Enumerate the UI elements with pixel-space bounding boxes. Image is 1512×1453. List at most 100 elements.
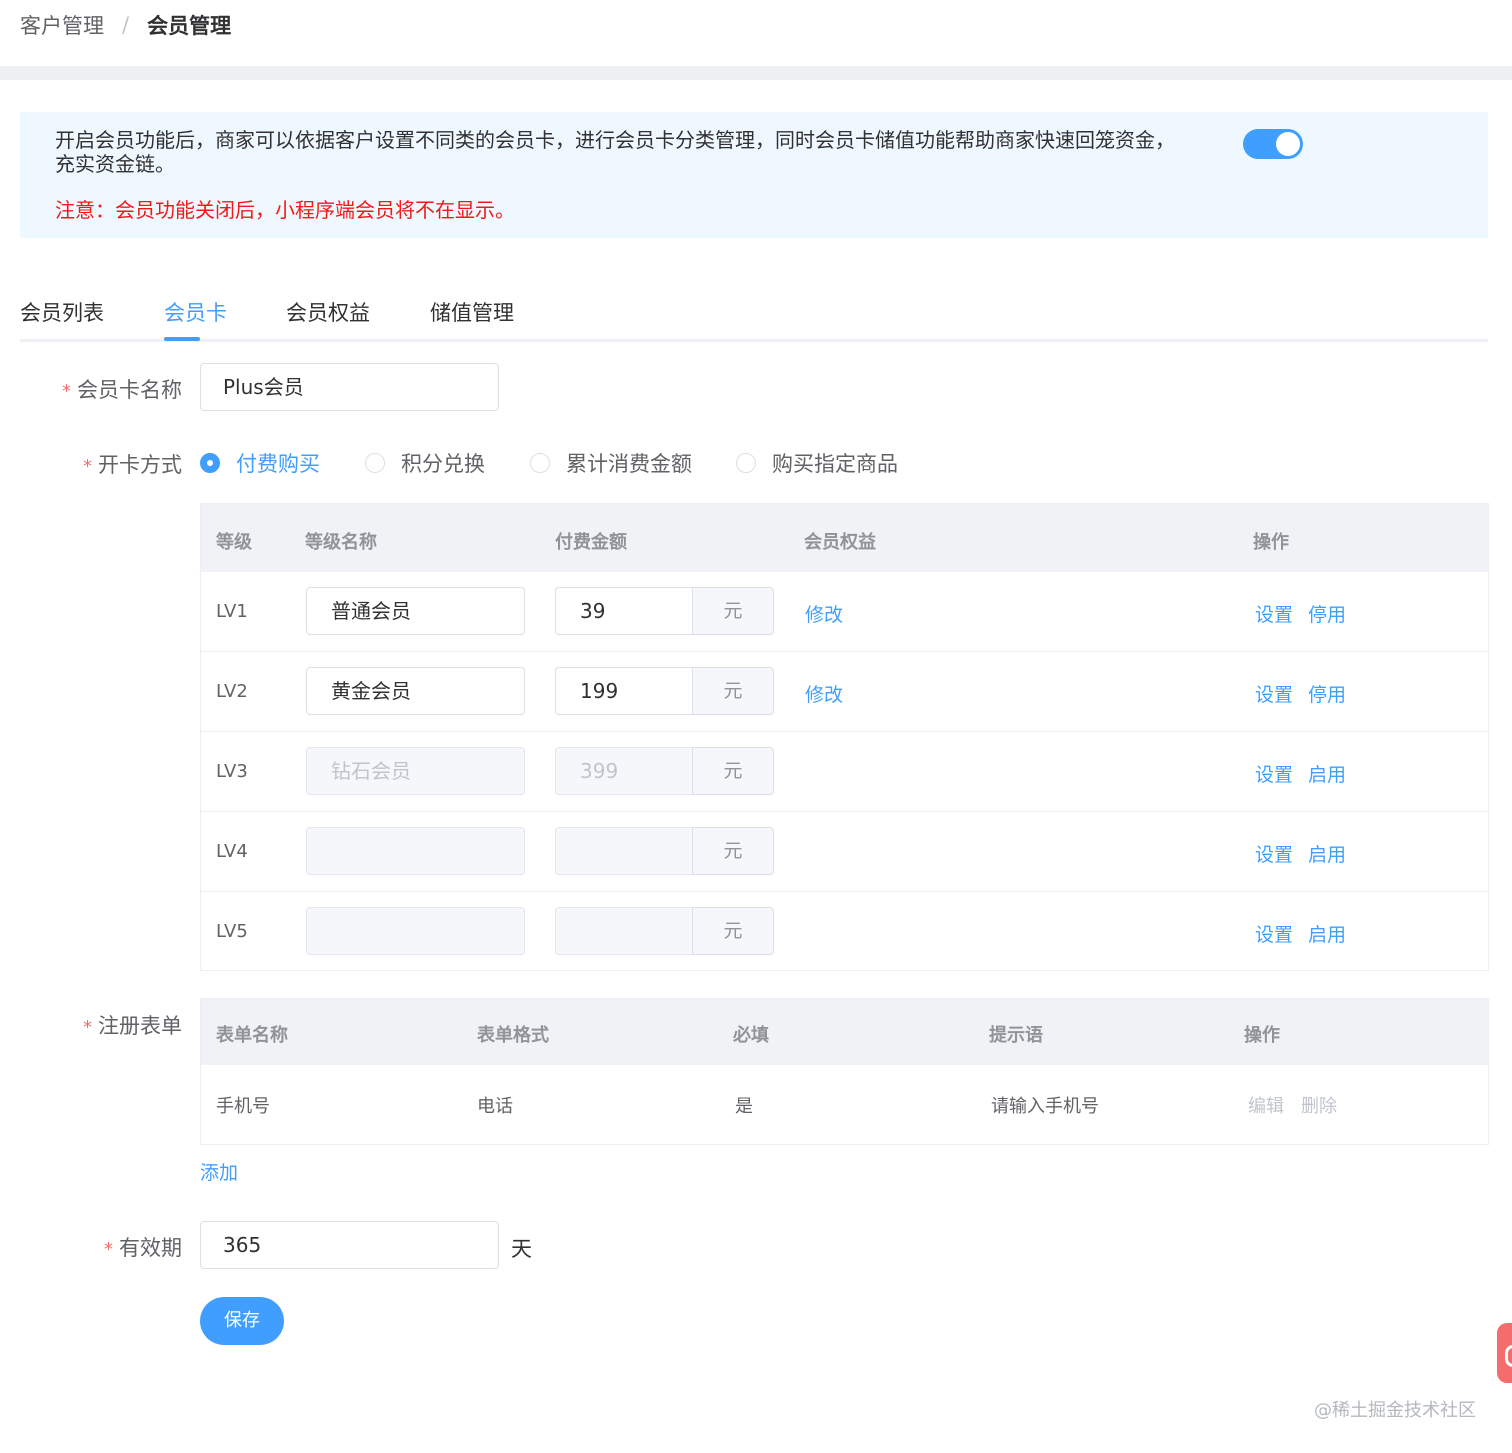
col-level-name: 等级名称	[305, 532, 377, 553]
level-name-input[interactable]: 黄金会员	[306, 667, 525, 715]
setting-link[interactable]: 设置	[1255, 920, 1293, 947]
col-hint: 提示语	[989, 1025, 1043, 1046]
notice-text: 开启会员功能后，商家可以依据客户设置不同类的会员卡，进行会员卡分类管理，同时会员…	[55, 128, 1175, 176]
level-name-input: 钻石会员	[306, 747, 525, 795]
card-name-label: * 会员卡名称	[62, 378, 182, 402]
required-cell: 是	[735, 1096, 753, 1117]
notice-warning: 注意：会员功能关闭后，小程序端会员将不在显示。	[55, 198, 515, 222]
switch-knob	[1276, 132, 1300, 156]
currency-unit: 元	[692, 667, 774, 715]
breadcrumb: 客户管理 / 会员管理	[20, 10, 231, 40]
delete-link[interactable]: 删除	[1301, 1092, 1337, 1118]
level-cell: LV5	[216, 921, 248, 942]
level-name-input	[306, 907, 525, 955]
form-format-cell: 电话	[477, 1096, 513, 1117]
edit-benefits-link[interactable]: 修改	[805, 680, 843, 707]
amount-input-group: 399 元	[555, 747, 774, 795]
toggle-status-link[interactable]: 启用	[1308, 840, 1346, 867]
amount-input-group: 39 元	[555, 587, 774, 635]
radio-dot	[365, 453, 385, 473]
toggle-status-link[interactable]: 停用	[1308, 680, 1346, 707]
add-form-field-link[interactable]: 添加	[200, 1158, 238, 1185]
col-form-name: 表单名称	[216, 1025, 288, 1046]
save-button[interactable]: 保存	[200, 1297, 284, 1345]
level-cell: LV2	[216, 681, 248, 702]
radio-paid-purchase[interactable]: 付费购买	[200, 448, 320, 478]
radio-cumulative-spend[interactable]: 累计消费金额	[530, 448, 692, 478]
level-name-input[interactable]: 普通会员	[306, 587, 525, 635]
validity-input[interactable]: 365	[200, 1221, 499, 1269]
level-cell: LV1	[216, 601, 248, 622]
table-row: LV4 元 设置 启用	[201, 812, 1488, 892]
validity-unit: 天	[511, 1237, 532, 1261]
amount-input[interactable]: 199	[555, 667, 692, 715]
setting-link[interactable]: 设置	[1255, 840, 1293, 867]
radio-buy-specified-goods[interactable]: 购买指定商品	[736, 448, 898, 478]
table-header: 表单名称 表单格式 必填 提示语 操作	[201, 999, 1488, 1065]
toggle-status-link[interactable]: 启用	[1308, 920, 1346, 947]
table-row: LV5 元 设置 启用	[201, 892, 1488, 972]
required-mark: *	[104, 1239, 113, 1260]
col-form-format: 表单格式	[477, 1025, 549, 1046]
tab-member-benefits[interactable]: 会员权益	[286, 297, 370, 327]
active-tab-indicator	[164, 337, 200, 341]
table-row: LV2 黄金会员 199 元 修改 设置 停用	[201, 652, 1488, 732]
validity-label: * 有效期	[104, 1236, 182, 1260]
breadcrumb-current: 会员管理	[147, 14, 232, 38]
required-mark: *	[83, 1017, 92, 1038]
radio-dot	[736, 453, 756, 473]
table-row: 手机号 电话 是 请输入手机号 编辑 删除	[201, 1065, 1488, 1145]
member-tabs: 会员列表 会员卡 会员权益 储值管理	[20, 285, 1488, 342]
col-actions: 操作	[1253, 532, 1289, 553]
toggle-status-link[interactable]: 启用	[1308, 760, 1346, 787]
col-benefits: 会员权益	[804, 532, 876, 553]
amount-input-group: 199 元	[555, 667, 774, 715]
edit-link[interactable]: 编辑	[1248, 1092, 1284, 1118]
radio-points-exchange[interactable]: 积分兑换	[365, 448, 485, 478]
required-mark: *	[62, 381, 71, 402]
level-cell: LV4	[216, 841, 248, 862]
tab-member-list[interactable]: 会员列表	[20, 297, 104, 327]
col-actions: 操作	[1244, 1025, 1280, 1046]
setting-link[interactable]: 设置	[1255, 600, 1293, 627]
currency-unit: 元	[692, 907, 774, 955]
amount-input: 399	[555, 747, 692, 795]
amount-input	[555, 827, 692, 875]
currency-unit: 元	[692, 587, 774, 635]
setting-link[interactable]: 设置	[1255, 680, 1293, 707]
table-row: LV1 普通会员 39 元 修改 设置 停用	[201, 572, 1488, 652]
level-name-input	[306, 827, 525, 875]
level-cell: LV3	[216, 761, 248, 782]
col-amount: 付费金额	[555, 532, 627, 553]
amount-input-group: 元	[555, 827, 774, 875]
table-header: 等级 等级名称 付费金额 会员权益 操作	[201, 504, 1488, 572]
card-name-input[interactable]: Plus会员	[200, 363, 499, 411]
toggle-status-link[interactable]: 停用	[1308, 600, 1346, 627]
register-form-label: * 注册表单	[83, 1014, 182, 1038]
breadcrumb-separator: /	[122, 13, 130, 37]
floating-side-tab[interactable]	[1497, 1323, 1512, 1383]
amount-input-group: 元	[555, 907, 774, 955]
tab-stored-value[interactable]: 储值管理	[430, 297, 514, 327]
amount-input[interactable]: 39	[555, 587, 692, 635]
watermark: @稀土掘金技术社区	[1314, 1400, 1476, 1421]
radio-dot	[530, 453, 550, 473]
edit-benefits-link[interactable]: 修改	[805, 600, 843, 627]
radio-dot	[200, 453, 220, 473]
required-mark: *	[83, 456, 92, 477]
header-divider	[0, 66, 1512, 80]
register-form-table: 表单名称 表单格式 必填 提示语 操作 手机号 电话 是 请输入手机号 编辑 删…	[200, 998, 1489, 1145]
table-row: LV3 钻石会员 399 元 设置 启用	[201, 732, 1488, 812]
form-name-cell: 手机号	[216, 1096, 270, 1117]
currency-unit: 元	[692, 827, 774, 875]
setting-link[interactable]: 设置	[1255, 760, 1293, 787]
open-method-label: * 开卡方式	[83, 453, 182, 477]
col-level: 等级	[216, 532, 252, 553]
col-required: 必填	[733, 1025, 769, 1046]
member-feature-switch[interactable]	[1243, 129, 1303, 159]
breadcrumb-parent[interactable]: 客户管理	[20, 10, 104, 40]
currency-unit: 元	[692, 747, 774, 795]
tab-member-card[interactable]: 会员卡	[164, 297, 227, 327]
member-feature-notice: 开启会员功能后，商家可以依据客户设置不同类的会员卡，进行会员卡分类管理，同时会员…	[20, 112, 1488, 238]
member-level-table: 等级 等级名称 付费金额 会员权益 操作 LV1 普通会员 39 元 修改 设置…	[200, 503, 1489, 971]
